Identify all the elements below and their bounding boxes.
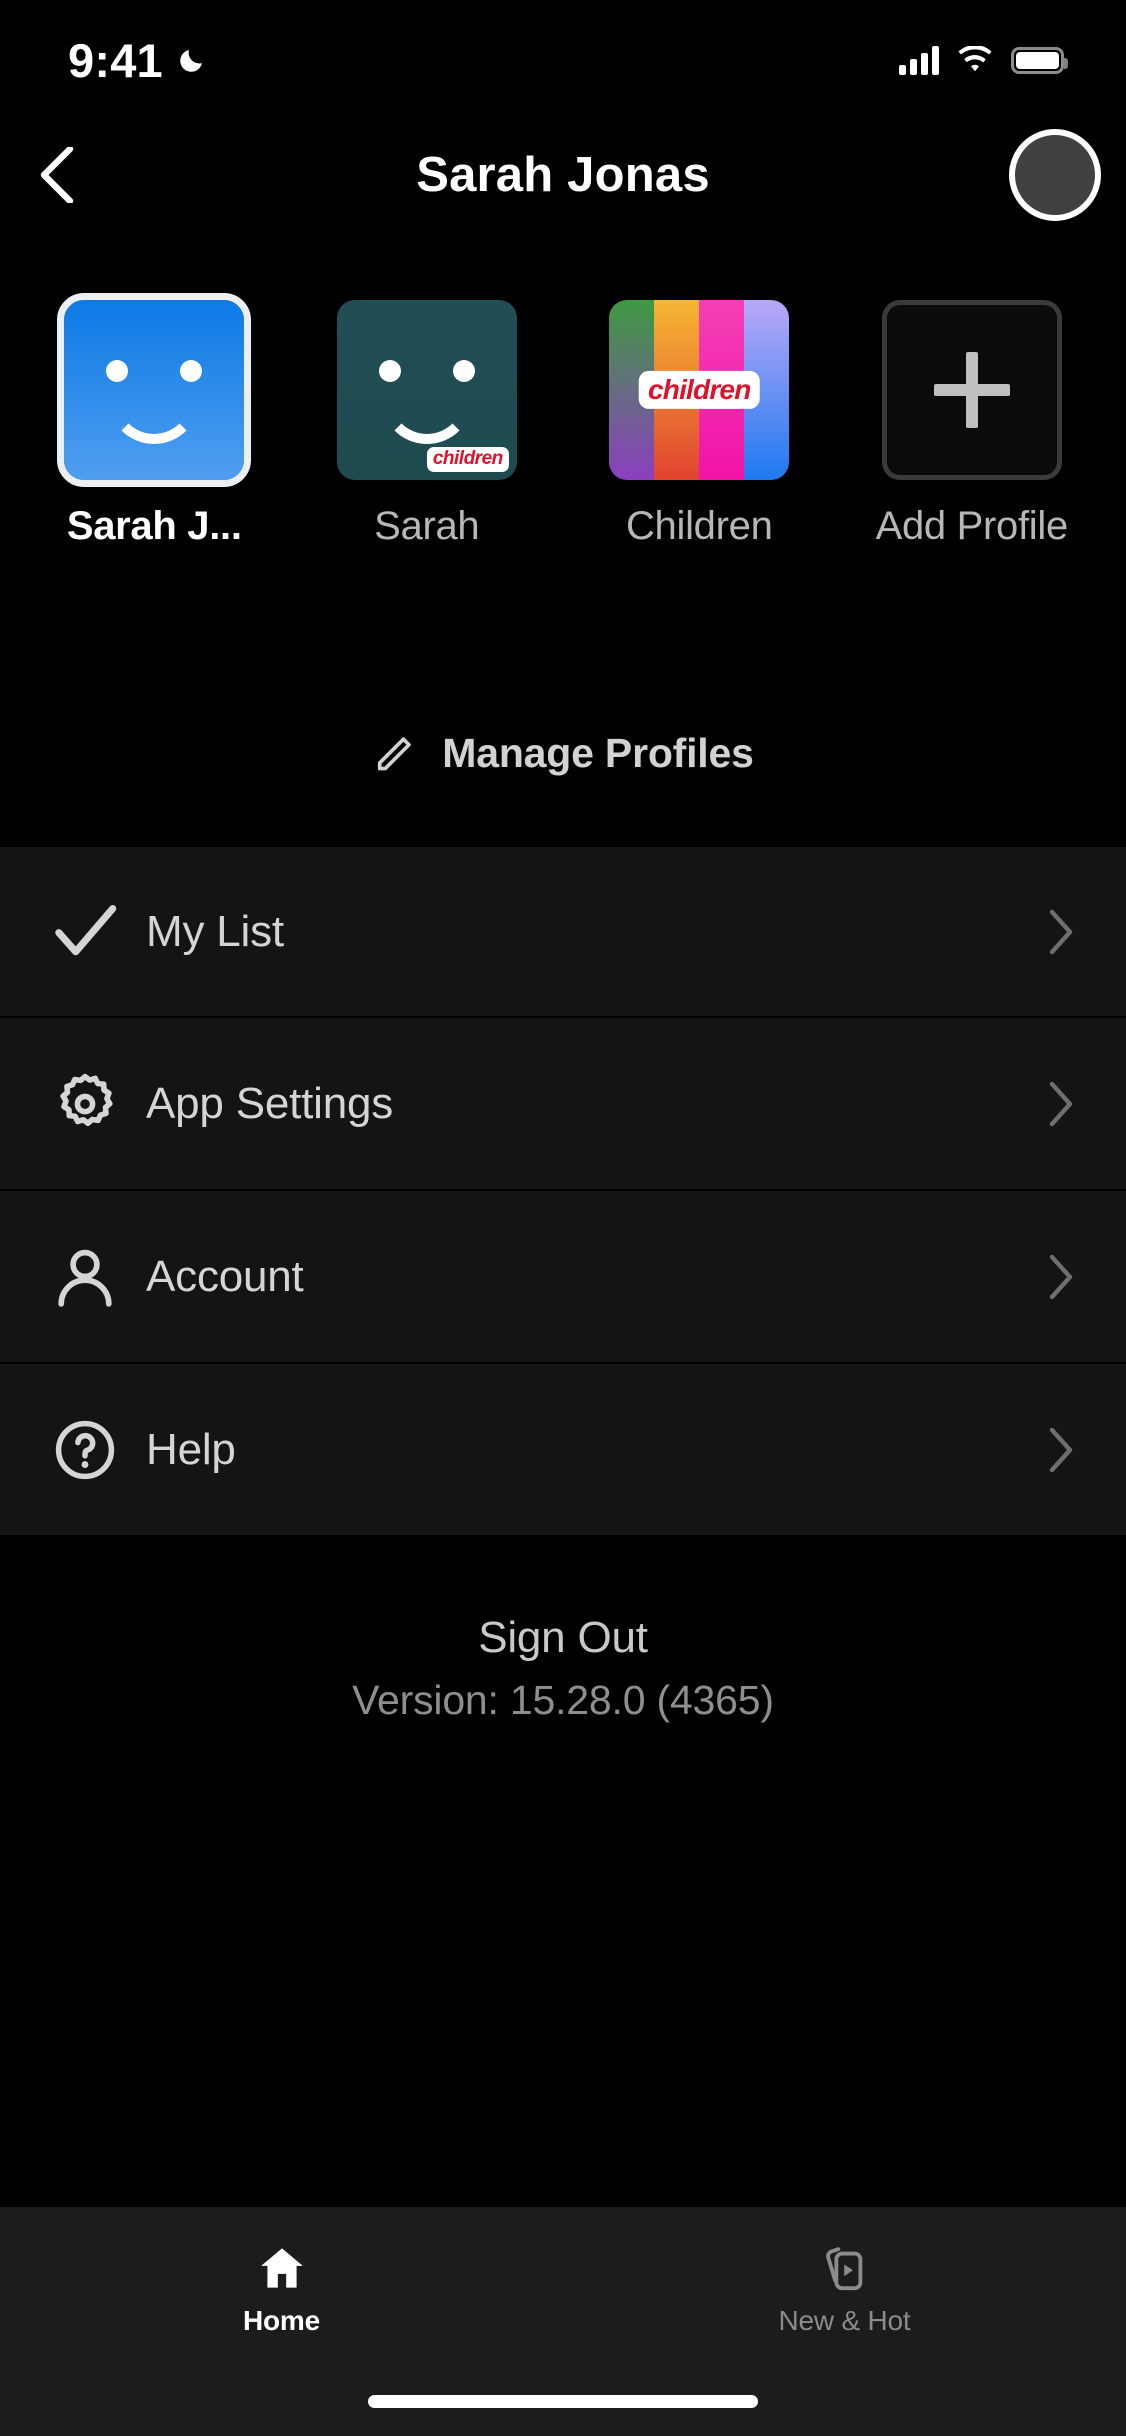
new-and-hot-icon bbox=[817, 2243, 873, 2293]
eye-left bbox=[378, 360, 401, 382]
moon-icon bbox=[180, 50, 202, 72]
house-icon bbox=[254, 2243, 310, 2293]
profile-switcher: Sarah J... children Sarah children Child… bbox=[0, 293, 1126, 549]
sign-out-button[interactable]: Sign Out bbox=[478, 1613, 648, 1663]
menu-item-account[interactable]: Account bbox=[0, 1191, 1126, 1364]
footer: Sign Out Version: 15.28.0 (4365) bbox=[0, 1613, 1126, 1724]
kids-badge: children bbox=[426, 447, 509, 472]
profile-item-children[interactable]: children Children bbox=[587, 300, 811, 549]
tab-new-and-hot[interactable]: New & Hot bbox=[563, 2243, 1126, 2337]
app-screen: 9:41 Sarah Jonas Sarah J... children Sar… bbox=[0, 0, 1126, 2436]
profile-avatar-tile: children bbox=[609, 300, 790, 480]
cellular-signal-icon bbox=[899, 45, 939, 75]
menu-item-help[interactable]: Help bbox=[0, 1364, 1126, 1537]
menu-item-label: Account bbox=[146, 1251, 304, 1301]
manage-profiles-button[interactable]: Manage Profiles bbox=[0, 718, 1126, 788]
avatar[interactable] bbox=[1009, 129, 1101, 221]
status-bar: 9:41 bbox=[0, 0, 1126, 120]
status-bar-left: 9:41 bbox=[68, 33, 207, 88]
smile-icon bbox=[108, 398, 201, 444]
status-bar-right bbox=[899, 45, 1068, 75]
version-label: Version: 15.28.0 (4365) bbox=[352, 1677, 774, 1723]
plus-icon bbox=[933, 352, 1010, 428]
home-indicator[interactable] bbox=[368, 2395, 758, 2408]
gear-icon bbox=[48, 1067, 122, 1141]
menu-item-label: App Settings bbox=[146, 1078, 394, 1128]
profile-avatar-tile bbox=[57, 293, 252, 487]
eye-left bbox=[106, 360, 129, 382]
profile-label: Sarah bbox=[374, 504, 480, 548]
tab-label: Home bbox=[243, 2305, 320, 2336]
add-profile-tile bbox=[881, 300, 1062, 480]
bottom-tab-bar: Home New & Hot bbox=[0, 2205, 1126, 2436]
question-circle-icon bbox=[48, 1413, 122, 1487]
checkmark-icon bbox=[48, 895, 122, 969]
profile-label: Sarah J... bbox=[66, 504, 242, 548]
profile-label: Add Profile bbox=[875, 504, 1068, 548]
person-icon bbox=[48, 1240, 122, 1314]
battery-full-icon bbox=[1011, 46, 1068, 74]
menu-item-label: My List bbox=[146, 906, 284, 956]
smile-icon bbox=[380, 398, 473, 444]
app-header: Sarah Jonas bbox=[0, 120, 1126, 230]
menu-item-my-list[interactable]: My List bbox=[0, 845, 1126, 1018]
tab-home[interactable]: Home bbox=[0, 2243, 563, 2337]
wifi-icon bbox=[958, 46, 992, 72]
profile-label: Children bbox=[625, 504, 773, 548]
back-chevron-icon bbox=[40, 147, 74, 203]
chevron-right-icon bbox=[1049, 1427, 1073, 1472]
profile-item-sarah[interactable]: children Sarah bbox=[315, 300, 539, 549]
back-button[interactable] bbox=[14, 132, 100, 218]
chevron-right-icon bbox=[1049, 909, 1073, 954]
profile-item-add-profile[interactable]: Add Profile bbox=[860, 300, 1084, 549]
profile-item-sarah-jonas[interactable]: Sarah J... bbox=[42, 293, 266, 549]
settings-menu: My List App Settings Account Help bbox=[0, 845, 1126, 1537]
pencil-icon bbox=[378, 737, 412, 771]
eye-right bbox=[180, 360, 203, 382]
page-title: Sarah Jonas bbox=[416, 148, 710, 202]
menu-item-label: Help bbox=[146, 1424, 236, 1474]
tab-label: New & Hot bbox=[778, 2305, 911, 2336]
menu-item-app-settings[interactable]: App Settings bbox=[0, 1018, 1126, 1191]
kids-badge: children bbox=[638, 370, 760, 410]
profile-avatar-tile: children bbox=[336, 300, 517, 480]
chevron-right-icon bbox=[1049, 1254, 1073, 1299]
manage-profiles-label: Manage Profiles bbox=[442, 729, 754, 776]
chevron-right-icon bbox=[1049, 1081, 1073, 1126]
eye-right bbox=[452, 360, 475, 382]
status-bar-clock: 9:41 bbox=[68, 33, 163, 87]
